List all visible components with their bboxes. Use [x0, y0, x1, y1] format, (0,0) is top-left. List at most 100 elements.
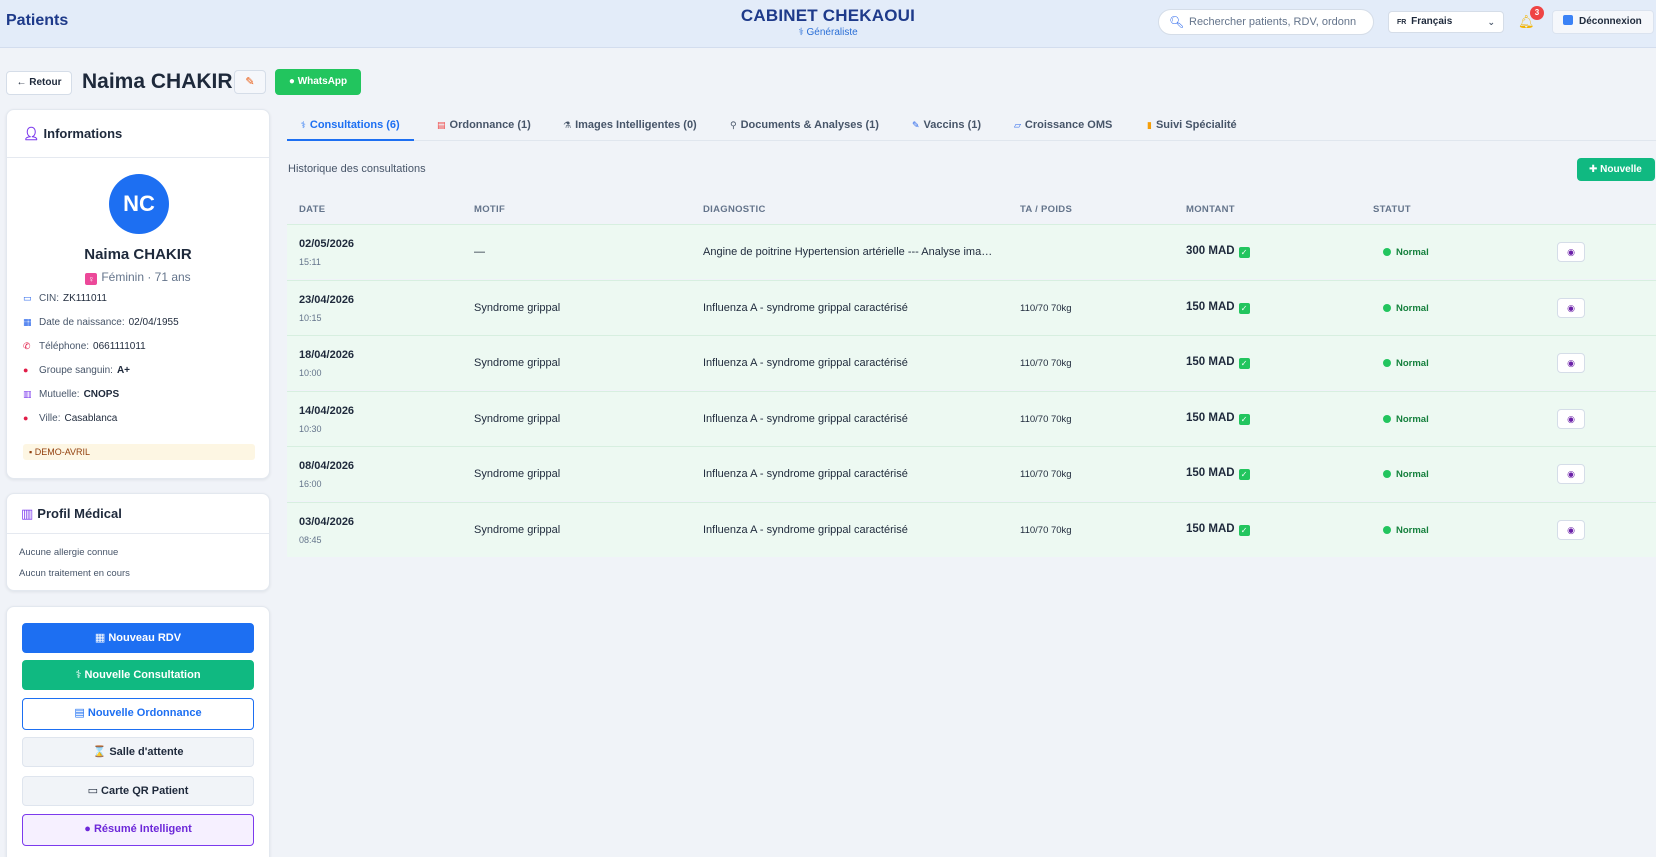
- row-amount: 300 MAD ✓: [1186, 245, 1250, 258]
- row-motif: Syndrome grippal: [474, 468, 561, 480]
- patient-gender-age: ♀ Féminin · 71 ans: [7, 270, 269, 285]
- view-button[interactable]: ◉: [1557, 520, 1585, 540]
- column-header: MOTIF: [474, 204, 506, 215]
- row-amount: 150 MAD ✓: [1186, 301, 1250, 314]
- tab-consultations[interactable]: ⚕ Consultations (6): [287, 108, 414, 141]
- status-badge: Normal: [1383, 358, 1429, 369]
- tab-images[interactable]: ⚗ Images Intelligentes (0): [563, 108, 697, 141]
- status-dot-icon: [1383, 526, 1391, 534]
- pencil-icon: ✎: [245, 76, 255, 88]
- field-phone[interactable]: ✆ Téléphone: 0661111011: [23, 341, 146, 357]
- avatar: NC: [109, 174, 169, 234]
- phone-icon: ✆: [23, 341, 31, 351]
- row-date: 03/04/2026: [299, 516, 355, 528]
- tab-label: Croissance OMS: [1024, 119, 1113, 131]
- view-button[interactable]: ◉: [1557, 464, 1585, 484]
- patient-title: Naima CHAKIR: [82, 70, 233, 93]
- table-row[interactable]: 08/04/2026 16:00 Syndrome grippal Influe…: [287, 446, 1656, 501]
- back-button[interactable]: ← Retour: [6, 71, 72, 95]
- check-icon: ✓: [1238, 469, 1250, 480]
- row-date: 14/04/2026: [299, 405, 355, 417]
- logout-button[interactable]: Déconnexion: [1552, 10, 1654, 34]
- status-badge: Normal: [1383, 414, 1429, 425]
- field-value: ZK111011: [63, 293, 107, 304]
- tab-vaccins[interactable]: ✎ Vaccins (1): [912, 108, 981, 141]
- new-rdv-button[interactable]: ▦ Nouveau RDV: [22, 623, 254, 653]
- new-consultation-label: Nouvelle Consultation: [84, 669, 201, 681]
- calendar-icon: ▦: [23, 317, 32, 327]
- clipboard-icon: ▤: [437, 120, 446, 130]
- view-button[interactable]: ◉: [1557, 298, 1585, 318]
- patient-name: Naima CHAKIR: [84, 246, 192, 263]
- row-motif: Syndrome grippal: [474, 302, 561, 314]
- check-icon: ✓: [1238, 414, 1250, 425]
- new-consultation-button[interactable]: ✚ Nouvelle: [1577, 158, 1655, 181]
- notification-badge: 3: [1530, 6, 1544, 20]
- status-dot-icon: [1383, 470, 1391, 478]
- table-row[interactable]: 02/05/2026 15:11 — Angine de poitrine Hy…: [287, 224, 1656, 279]
- tab-croissance[interactable]: ▱ Croissance OMS: [1014, 108, 1112, 141]
- row-date: 23/04/2026: [299, 294, 355, 306]
- tab-suivi[interactable]: ▮ Suivi Spécialité: [1147, 108, 1237, 141]
- check-icon: ✓: [1238, 303, 1250, 314]
- tab-label: Suivi Spécialité: [1155, 119, 1237, 131]
- field-blood-group: ● Groupe sanguin: A+: [23, 365, 130, 381]
- view-button[interactable]: ◉: [1557, 242, 1585, 262]
- field-value: A+: [116, 365, 131, 376]
- medical-profile-title: Profil Médical: [37, 506, 122, 521]
- eye-icon: ◉: [1567, 469, 1575, 479]
- medical-profile-header: ▥ Profil Médical: [7, 494, 269, 534]
- medical-profile-card: ▥ Profil Médical Aucune allergie connue A…: [6, 493, 270, 591]
- gender-age-label: Féminin · 71 ans: [101, 270, 191, 284]
- new-consultation-button[interactable]: ⚕ Nouvelle Consultation: [22, 660, 254, 690]
- check-icon: ✓: [1238, 358, 1250, 369]
- eye-icon: ◉: [1567, 358, 1575, 368]
- information-card: 👤︎ Informations NC Naima CHAKIR ♀ Féminin …: [6, 109, 270, 479]
- row-motif: Syndrome grippal: [474, 524, 561, 536]
- field-label: Téléphone:: [39, 341, 90, 352]
- status-label: Normal: [1396, 525, 1429, 536]
- whatsapp-button[interactable]: ● WhatsApp: [275, 69, 361, 95]
- clipboard-icon: ▤: [74, 707, 88, 719]
- tab-ordonnance[interactable]: ▤ Ordonnance (1): [437, 108, 531, 141]
- table-row[interactable]: 18/04/2026 10:00 Syndrome grippal Influe…: [287, 335, 1656, 390]
- actions-card: ▦ Nouveau RDV ⚕ Nouvelle Consultation ▤ …: [6, 606, 270, 857]
- field-value: CNOPS: [83, 389, 120, 400]
- new-prescription-button[interactable]: ▤ Nouvelle Ordonnance: [22, 698, 254, 730]
- row-amount: 150 MAD ✓: [1186, 356, 1250, 369]
- check-icon: ✓: [1238, 525, 1250, 536]
- status-badge: Normal: [1383, 469, 1429, 480]
- row-motif: Syndrome grippal: [474, 357, 561, 369]
- field-label: Groupe sanguin:: [39, 365, 113, 376]
- qr-card-button[interactable]: ▭ Carte QR Patient: [22, 776, 254, 806]
- row-diagnostic: Influenza A - syndrome grippal caractéri…: [703, 413, 908, 425]
- row-diagnostic: Angine de poitrine Hypertension artériel…: [703, 246, 993, 258]
- search-input[interactable]: 🔍︎ Rechercher patients, RDV, ordonn: [1158, 9, 1374, 35]
- status-label: Normal: [1396, 303, 1429, 314]
- language-select[interactable]: FR Français ⌄: [1388, 11, 1504, 33]
- table-row[interactable]: 23/04/2026 10:15 Syndrome grippal Influe…: [287, 280, 1656, 335]
- table-row[interactable]: 03/04/2026 08:45 Syndrome grippal Influe…: [287, 502, 1656, 557]
- smart-summary-button[interactable]: ● Résumé Intelligent: [22, 814, 254, 846]
- specialty-label: Généraliste: [806, 27, 858, 38]
- tab-bar: ⚕ Consultations (6) ▤ Ordonnance (1) ⚗ Imag…: [287, 108, 1656, 141]
- amount-value: 150 MAD: [1186, 356, 1235, 368]
- status-dot-icon: [1383, 359, 1391, 367]
- waiting-room-button[interactable]: ⌛ Salle d'attente: [22, 737, 254, 767]
- field-city: ● Ville: Casablanca: [23, 413, 117, 429]
- tab-label: Ordonnance (1): [449, 119, 531, 131]
- edit-button[interactable]: ✎: [234, 70, 266, 94]
- tab-documents[interactable]: ⚲ Documents & Analyses (1): [730, 108, 879, 141]
- row-date: 18/04/2026: [299, 349, 355, 361]
- row-diagnostic: Influenza A - syndrome grippal caractéri…: [703, 468, 908, 480]
- stethoscope-icon: ⚕: [798, 27, 807, 38]
- status-badge: Normal: [1383, 303, 1429, 314]
- table-row[interactable]: 14/04/2026 10:30 Syndrome grippal Influe…: [287, 391, 1656, 446]
- history-label: Historique des consultations: [288, 163, 426, 175]
- view-button[interactable]: ◉: [1557, 409, 1585, 429]
- bell-icon[interactable]: 🔔︎ 3: [1518, 6, 1544, 30]
- status-label: Normal: [1396, 358, 1429, 369]
- view-button[interactable]: ◉: [1557, 353, 1585, 373]
- amount-value: 300 MAD: [1186, 245, 1235, 257]
- hourglass-icon: ⌛: [92, 746, 110, 758]
